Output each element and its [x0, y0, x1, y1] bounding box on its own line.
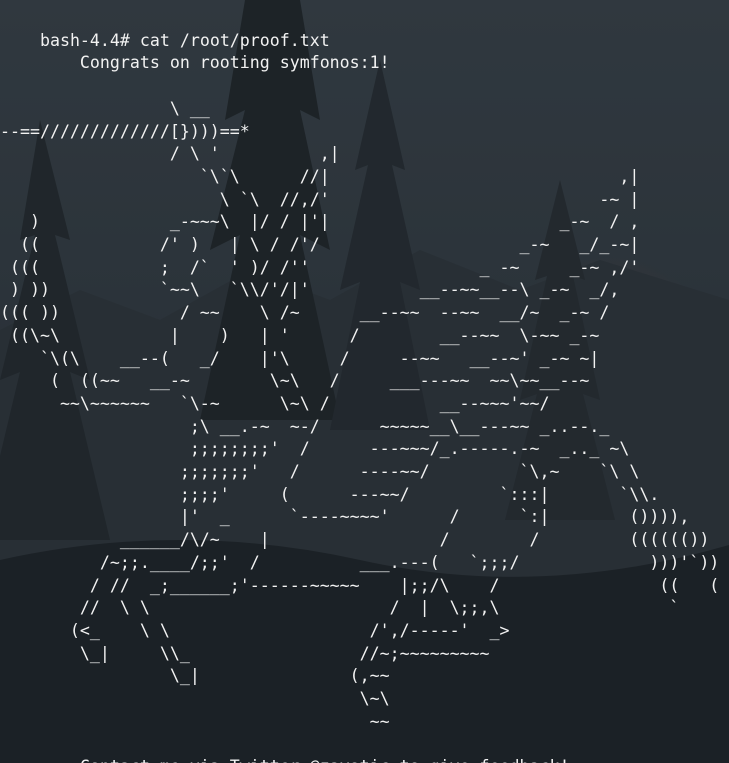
output-line: ;;;;' ( ---~~/ `:::| `\\. — [0, 484, 660, 504]
terminal-window[interactable]: bash-4.4# cat /root/proof.txt Congrats o… — [0, 0, 729, 763]
output-line: ((\~\ | ) | ' / __--~~ \-~~ _-~ — [0, 325, 600, 345]
output-line: `\(\ __--( _/ |'\ / --~~ __--~' _-~ ~| — [0, 348, 600, 368]
output-line: ;\ __.-~ ~-/ ~~~~~__\__---~~ _..--._ — [0, 416, 610, 436]
output-line: --==/////////////[})))==* — [0, 121, 250, 141]
output-line: /~;;.____/;;' / ___.---( `;;;/ )))'`)) — [0, 552, 720, 572]
output-line: ) _-~~~\ |/ / |'| _-~ / , — [0, 212, 640, 232]
output-line: ~~\~~~~~~ `\-~ \~\ / __--~~~'~~/ — [0, 393, 550, 413]
output-line: / // _;______;'------~~~~~ |;;/\ / (( ( — [0, 575, 720, 595]
output-line: ((( )) / ~~ \ /~ __--~~ --~~ __/~ _-~ / — [0, 303, 610, 323]
output-line: \_| (,~~ — [0, 666, 390, 686]
output-line: / \ ' ,| — [0, 144, 340, 164]
output-line: (( /' ) | \ / /'/ _-~ _/_-~| — [0, 235, 640, 254]
output-line: |' _ `----~~~~' / `:| ()))), — [0, 507, 690, 527]
output-line: ;;;;;;;' / ----~~/ `\,~ `\ \ — [0, 462, 640, 481]
command-line: bash-4.4# cat /root/proof.txt — [0, 7, 330, 50]
output-line: `\`\ //| ,| — [0, 166, 640, 186]
output-line: ( ((~~ __-~ \~\ / ___---~~ ~~\~~__--~ — [0, 371, 590, 391]
output-line: // \ \ / | \;;,\ ` — [0, 598, 680, 618]
output-line: ) )) `~~\ `\\/'/|' __--~~__--\ _-~ _/, — [0, 280, 620, 300]
output-line: Contact me via Twitter @zayotic to give … — [0, 756, 570, 763]
shell-command: cat /root/proof.txt — [139, 30, 330, 50]
output-line: \_| \\_ //~;~~~~~~~~~ — [0, 643, 490, 663]
output-line: ((( ; /` ' )/ /'' _ -~ _-~ ,/' — [0, 257, 640, 277]
output-line: ______/\/~ | / / (((((()) — [0, 530, 710, 550]
output-line: ~~ — [0, 711, 390, 731]
output-line: ;;;;;;;;' / ---~~~/_.-----.-~ _.._ ~\ — [0, 439, 630, 459]
output-line: \ `\ //,/' -~ | — [0, 189, 640, 209]
output-line: Congrats on rooting symfonos:1! — [0, 53, 390, 73]
output-line: \ __ — [0, 98, 210, 118]
output-line: \~\ — [0, 689, 390, 708]
output-line: (<_ \ \ /',/-----' _> — [0, 620, 510, 640]
shell-prompt: bash-4.4# — [39, 30, 130, 50]
